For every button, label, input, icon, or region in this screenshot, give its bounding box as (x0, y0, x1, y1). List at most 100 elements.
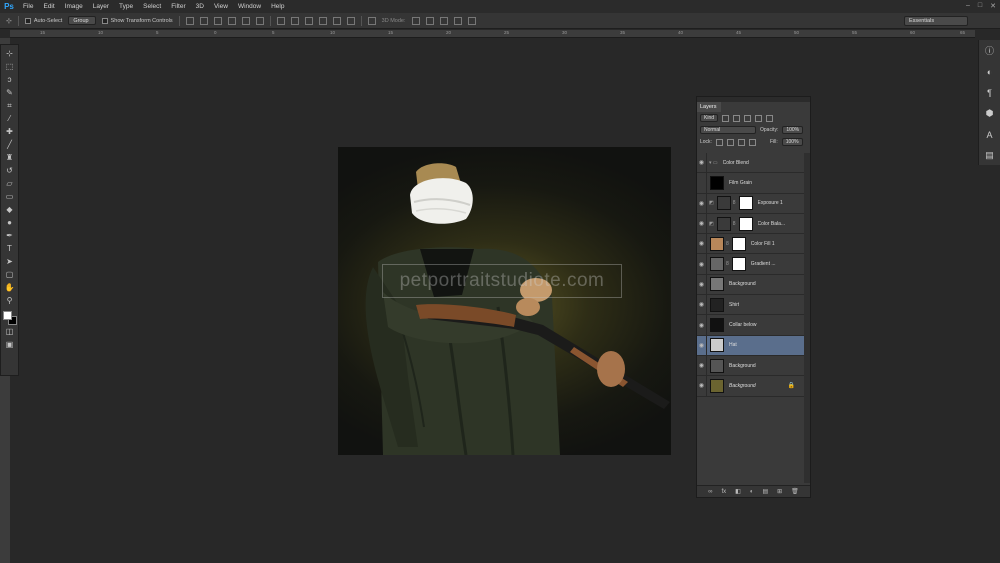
move-tool-icon[interactable]: ⊹ (3, 47, 17, 60)
distribute-vcenter-icon[interactable] (290, 16, 299, 25)
maximize-button[interactable]: □ (978, 2, 982, 10)
visibility-eye-icon[interactable] (697, 173, 707, 193)
align-vcenter-icon[interactable] (199, 16, 208, 25)
menu-select[interactable]: Select (138, 3, 166, 10)
distribute-right-icon[interactable] (346, 16, 355, 25)
filter-pixel-icon[interactable] (722, 114, 730, 122)
layer-thumbnail[interactable] (716, 216, 731, 231)
menu-edit[interactable]: Edit (38, 3, 59, 10)
layer-thumbnail[interactable] (710, 378, 724, 393)
character-icon[interactable]: A (983, 126, 997, 143)
layer-mask-thumbnail[interactable] (738, 216, 753, 231)
layer-row[interactable]: ◉ Hat (697, 335, 805, 356)
layer-row[interactable]: ◉ ◩ 8 Exposure 1 (697, 193, 805, 214)
menu-window[interactable]: Window (233, 3, 266, 10)
visibility-eye-icon[interactable]: ◉ (697, 335, 707, 355)
layers-scrollbar[interactable] (804, 153, 810, 483)
marquee-tool-icon[interactable]: ⬚ (3, 60, 17, 73)
layer-row[interactable]: ◉ Collar below (697, 315, 805, 336)
fill-field[interactable]: 100% (781, 138, 803, 146)
mask-link-icon[interactable]: 8 (726, 261, 729, 267)
checkbox-box[interactable] (24, 17, 31, 24)
minimize-button[interactable]: – (966, 2, 970, 10)
lock-position-icon[interactable] (737, 138, 745, 146)
3d-slide-icon[interactable] (453, 16, 462, 25)
new-adjustment-icon[interactable]: ◐ (750, 489, 754, 495)
layer-thumbnail[interactable] (710, 318, 724, 333)
3d-cube-icon[interactable]: ⬢ (983, 105, 997, 122)
visibility-eye-icon[interactable]: ◉ (697, 153, 707, 173)
layer-thumbnail[interactable] (710, 358, 724, 373)
layer-row[interactable]: ◉ 8 Color Fill 1 (697, 234, 805, 255)
visibility-eye-icon[interactable]: ◉ (697, 355, 707, 376)
opacity-field[interactable]: 100% (782, 126, 804, 134)
quick-select-tool-icon[interactable]: ✎ (3, 86, 17, 99)
pen-tool-icon[interactable]: ✒ (3, 229, 17, 242)
layer-row[interactable]: ◉ Background (697, 355, 805, 377)
show-transform-checkbox[interactable]: Show Transform Controls (101, 17, 173, 24)
align-top-icon[interactable] (185, 16, 194, 25)
eyedropper-tool-icon[interactable]: ⁄ (3, 112, 17, 125)
visibility-eye-icon[interactable]: ◉ (697, 274, 707, 295)
visibility-eye-icon[interactable]: ◉ (697, 254, 707, 274)
filter-adjustment-icon[interactable] (733, 114, 741, 122)
layer-thumbnail[interactable] (710, 297, 724, 312)
dodge-tool-icon[interactable]: ● (3, 216, 17, 229)
distribute-top-icon[interactable] (276, 16, 285, 25)
layers-tab[interactable]: Layers (697, 102, 721, 112)
menu-type[interactable]: Type (114, 3, 138, 10)
filter-type-icon[interactable] (744, 114, 752, 122)
layer-mask-thumbnail[interactable] (731, 236, 746, 251)
visibility-eye-icon[interactable]: ◉ (697, 213, 707, 234)
align-hcenter-icon[interactable] (241, 16, 250, 25)
group-expand-icon[interactable]: ▾ ▭ (709, 160, 718, 166)
filter-shape-icon[interactable] (755, 114, 763, 122)
color-swatches[interactable] (2, 311, 17, 325)
gradient-tool-icon[interactable]: ▭ (3, 190, 17, 203)
screen-mode-icon[interactable]: ▣ (3, 338, 17, 351)
3d-pan-icon[interactable] (439, 16, 448, 25)
clone-stamp-tool-icon[interactable]: ♜ (3, 151, 17, 164)
align-left-icon[interactable] (227, 16, 236, 25)
history-brush-tool-icon[interactable]: ↺ (3, 164, 17, 177)
paragraph-icon[interactable]: ¶ (983, 84, 997, 101)
quick-mask-icon[interactable]: ◫ (3, 325, 17, 338)
lock-transparent-icon[interactable] (715, 138, 723, 146)
align-bottom-icon[interactable] (213, 16, 222, 25)
layer-style-icon[interactable]: fx (721, 489, 726, 495)
adjustments-icon[interactable]: ◐ (983, 63, 997, 80)
info-icon[interactable]: ⓘ (983, 42, 997, 59)
zoom-tool-icon[interactable]: ⚲ (3, 294, 17, 307)
menu-image[interactable]: Image (60, 3, 88, 10)
filter-kind-dropdown[interactable]: Kind (700, 114, 719, 122)
visibility-eye-icon[interactable]: ◉ (697, 315, 707, 335)
visibility-eye-icon[interactable]: ◉ (697, 193, 707, 213)
shape-tool-icon[interactable]: ▢ (3, 268, 17, 281)
layer-mask-thumbnail[interactable] (731, 257, 746, 272)
distribute-left-icon[interactable] (318, 16, 327, 25)
layer-row[interactable]: ◉ Shirt (697, 295, 805, 316)
3d-roll-icon[interactable] (425, 16, 434, 25)
add-mask-icon[interactable]: ◧ (735, 488, 741, 495)
visibility-eye-icon[interactable]: ◉ (697, 295, 707, 315)
auto-select-target-dropdown[interactable]: Group (68, 16, 96, 25)
eraser-tool-icon[interactable]: ▱ (3, 177, 17, 190)
layer-row[interactable]: ◉ 8 Gradient ... (697, 254, 805, 275)
menu-3d[interactable]: 3D (191, 3, 209, 10)
auto-select-checkbox[interactable]: Auto-Select (24, 17, 62, 24)
layer-mask-thumbnail[interactable] (738, 196, 753, 211)
distribute-hcenter-icon[interactable] (332, 16, 341, 25)
checkbox-box[interactable] (101, 17, 108, 24)
mask-link-icon[interactable]: 8 (733, 221, 736, 227)
layer-comps-icon[interactable]: ▤ (983, 147, 997, 164)
layer-thumbnail[interactable] (710, 277, 724, 292)
menu-view[interactable]: View (209, 3, 233, 10)
move-tool-preset-icon[interactable]: ⊹ (6, 17, 12, 25)
align-right-icon[interactable] (255, 16, 264, 25)
type-tool-icon[interactable]: T (3, 242, 17, 255)
blur-tool-icon[interactable]: ◆ (3, 203, 17, 216)
menu-help[interactable]: Help (266, 3, 289, 10)
layer-thumbnail[interactable] (716, 196, 731, 211)
menu-file[interactable]: File (18, 3, 38, 10)
new-group-icon[interactable]: ▤ (762, 488, 768, 495)
